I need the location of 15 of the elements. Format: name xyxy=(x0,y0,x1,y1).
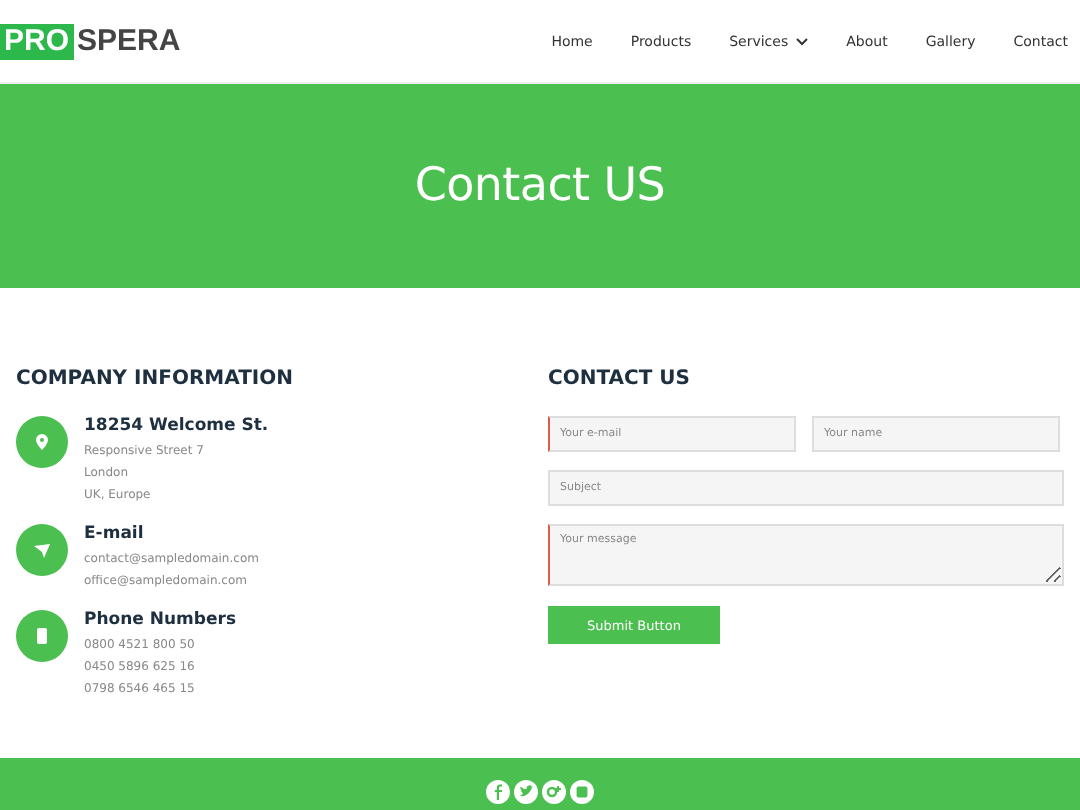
square-icon[interactable] xyxy=(570,780,594,804)
info-title: E-mail xyxy=(84,524,146,544)
facebook-icon[interactable] xyxy=(486,780,510,804)
paper-plane-icon xyxy=(16,524,68,576)
caret-icon xyxy=(796,37,809,45)
section-heading: COMPANY INFORMATION xyxy=(16,368,295,390)
page-title: Contact US xyxy=(414,160,666,212)
info-title: Phone Numbers xyxy=(84,610,237,630)
google-plus-icon[interactable] xyxy=(542,780,566,804)
bird-icon[interactable] xyxy=(514,780,538,804)
location-pin-icon xyxy=(16,416,68,468)
info-title: 18254 Welcome St. xyxy=(84,416,269,436)
section-heading: CONTACT US xyxy=(548,368,692,390)
logo[interactable]: PRO SPERA xyxy=(0,23,181,59)
phone-icon xyxy=(16,610,68,662)
